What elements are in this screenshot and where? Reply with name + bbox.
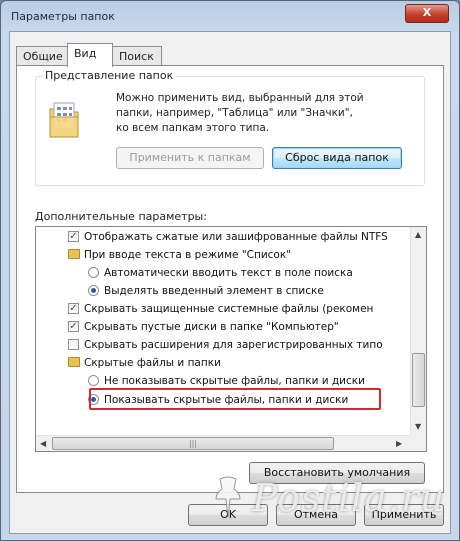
checkbox-checked-icon[interactable]: ✓ (68, 321, 79, 332)
tree-item-label: Отображать сжатые или зашифрованные файл… (84, 231, 388, 243)
reset-folders-button[interactable]: Сброс вида папок (272, 147, 402, 169)
tree-item-label: При вводе текста в режиме "Список" (84, 249, 292, 261)
tree-item-label: Скрытые файлы и папки (84, 357, 221, 369)
radio-off-icon[interactable] (88, 267, 99, 278)
checkbox-unchecked-icon[interactable] (68, 339, 79, 350)
folder-views-group: Представление папок Можно применить вид,… (35, 69, 425, 186)
tab-search[interactable]: Поиск (112, 46, 162, 66)
scroll-corner (410, 435, 426, 451)
advanced-settings-tree: ✓ Отображать сжатые или зашифрованные фа… (35, 226, 427, 452)
close-button[interactable]: X (405, 4, 449, 23)
description-line: ко всем папкам этого типа. (116, 122, 270, 134)
folder-icon (68, 249, 80, 259)
tab-general[interactable]: Общие (16, 46, 68, 66)
horizontal-scrollbar[interactable]: ◀ ||| ▶ (36, 435, 410, 451)
red-highlight-box (89, 388, 381, 410)
radio-off-icon[interactable] (88, 375, 99, 386)
description-line: Можно применить вид, выбранный для этой (116, 92, 364, 104)
tree-item-label: Скрывать пустые диски в папке "Компьютер… (84, 321, 339, 333)
vertical-scroll-thumb[interactable] (412, 353, 425, 407)
folder-view-icon (49, 102, 79, 138)
vertical-scrollbar[interactable]: ▲ ▼ (410, 227, 426, 435)
folder-views-title: Представление папок (42, 69, 177, 82)
folder-options-window: Параметры папок X Общие Вид Поиск Предст… (0, 0, 460, 541)
scroll-up-icon[interactable]: ▲ (415, 230, 421, 239)
view-tab-panel: Представление папок Можно применить вид,… (16, 65, 444, 493)
folder-icon (68, 357, 80, 367)
tree-item-label: Скрывать расширения для зарегистрированн… (84, 339, 383, 351)
checkbox-checked-icon[interactable]: ✓ (68, 303, 79, 314)
watermark: Postila.ru (252, 476, 446, 520)
window-title: Параметры папок (11, 10, 115, 23)
advanced-settings-label: Дополнительные параметры: (35, 210, 207, 223)
apply-to-folders-button[interactable]: Применить к папкам (116, 147, 264, 169)
tab-view[interactable]: Вид (67, 43, 113, 67)
folder-views-description: Можно применить вид, выбранный для этой … (116, 91, 406, 136)
scroll-right-icon[interactable]: ▶ (396, 439, 402, 448)
horizontal-scroll-thumb[interactable]: ||| (52, 437, 334, 450)
pin-logo-icon (215, 476, 241, 518)
description-line: папки, например, "Таблица" или "Значки", (116, 107, 353, 119)
tree-item-label: Скрывать защищенные системные файлы (рек… (84, 303, 374, 315)
scroll-down-icon[interactable]: ▼ (415, 422, 421, 431)
title-bar[interactable]: Параметры папок X (1, 1, 459, 31)
tree-item-label: Выделять введенный элемент в списке (104, 285, 324, 297)
radio-on-icon[interactable] (88, 285, 99, 296)
scroll-left-icon[interactable]: ◀ (40, 439, 46, 448)
checkbox-checked-icon[interactable]: ✓ (68, 231, 79, 242)
tree-item-label: Автоматически вводить текст в поле поиск… (104, 267, 353, 279)
dialog-client: Общие Вид Поиск Представление папок Можн… (9, 31, 451, 534)
